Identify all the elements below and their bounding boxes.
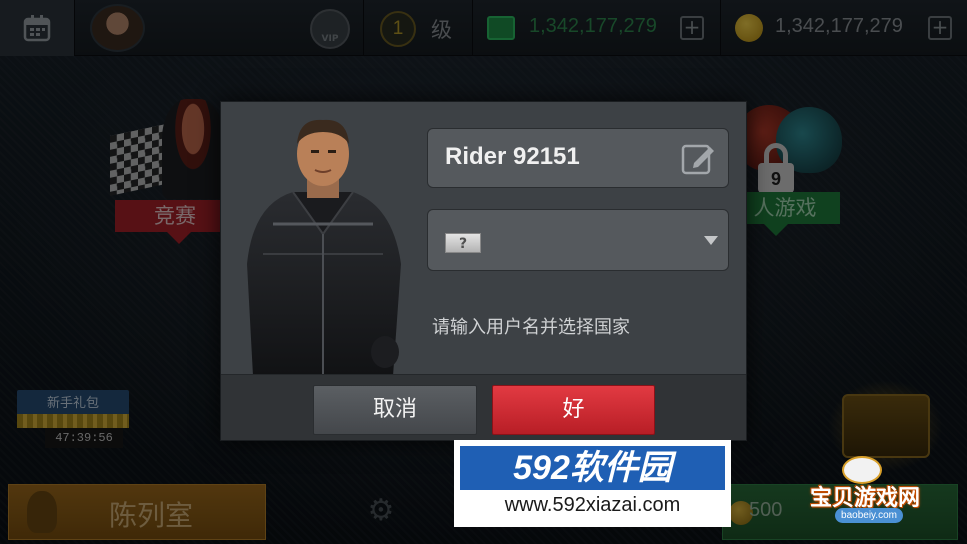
dialog-body: Rider 92151 ? 请输入用户名并选择国家: [221, 102, 746, 376]
watermark-592: 592软件园 www.592xiazai.com: [454, 440, 731, 527]
chevron-down-icon: [704, 236, 718, 245]
rider-character-image: [247, 119, 401, 376]
username-value: Rider 92151: [445, 143, 580, 170]
country-select[interactable]: ?: [427, 209, 729, 271]
dialog-footer: 取消 好: [221, 374, 746, 440]
watermark-592-logo: 592软件园: [460, 446, 725, 490]
cancel-button[interactable]: 取消: [313, 385, 477, 435]
ok-button[interactable]: 好: [492, 385, 655, 435]
username-input[interactable]: Rider 92151: [427, 128, 729, 188]
unknown-flag-icon: ?: [445, 233, 481, 253]
dialog-hint-text: 请输入用户名并选择国家: [432, 317, 630, 338]
watermark-baobei: 宝贝游戏网 baobeiy.com: [790, 456, 960, 528]
watermark-592-url: www.592xiazai.com: [504, 494, 681, 516]
watermark-baobei-url: baobeiy.com: [835, 508, 903, 523]
profile-dialog: Rider 92151 ? 请输入用户名并选择国家 取消 好: [220, 101, 747, 441]
edit-pencil-icon[interactable]: [680, 141, 716, 177]
